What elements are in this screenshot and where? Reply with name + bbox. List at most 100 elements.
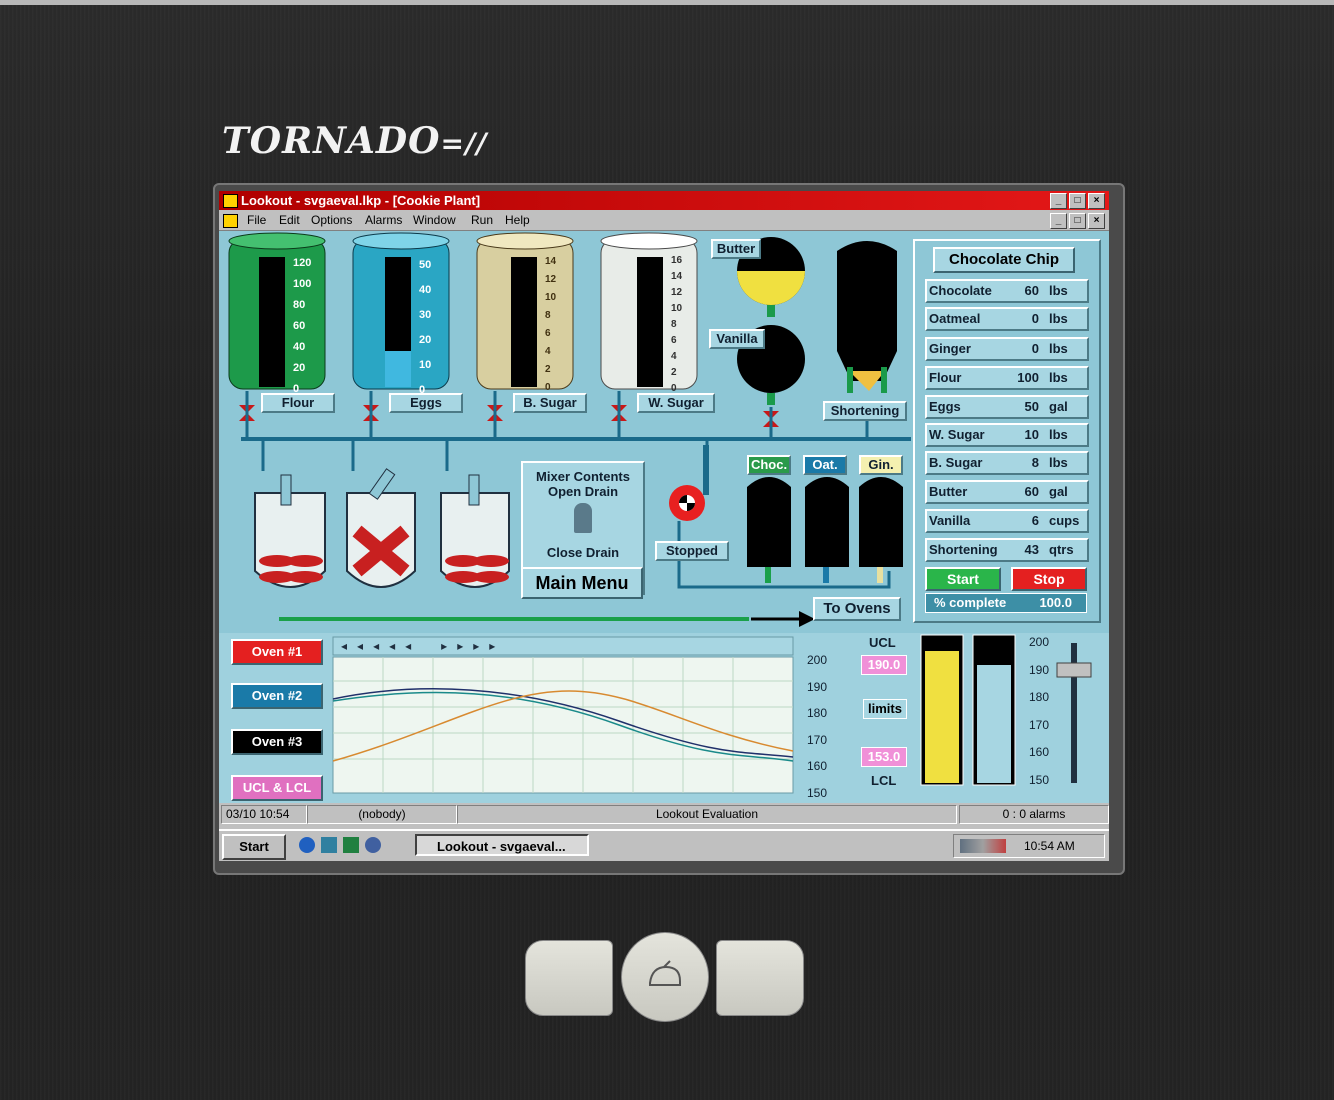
tank-flour-level xyxy=(259,257,285,387)
oven-bar-2 xyxy=(977,665,1011,783)
bin-label-oat: Oat. xyxy=(803,455,847,475)
oven-bar-1 xyxy=(925,651,959,783)
tank-label-bsugar: B. Sugar xyxy=(513,393,587,413)
menu-run[interactable]: Run xyxy=(471,210,493,230)
minimize-button[interactable]: _ xyxy=(1050,193,1067,209)
help-icon[interactable] xyxy=(365,837,381,853)
recipe-title-button[interactable]: Chocolate Chip xyxy=(933,247,1075,273)
mouse-hardware-button[interactable] xyxy=(621,932,709,1022)
stop-button[interactable]: Stop xyxy=(1011,567,1087,591)
tank-label-eggs: Eggs xyxy=(389,393,463,413)
right-hardware-button[interactable] xyxy=(716,940,804,1016)
bin-label-choc: Choc. xyxy=(747,455,791,475)
status-user: (nobody) xyxy=(307,805,457,824)
pump-status: Stopped xyxy=(655,541,729,561)
trend-nav[interactable]: ◂ ◂ ◂ ◂ ◂ ▸ ▸ ▸ ▸ xyxy=(341,637,495,655)
oven-2-button[interactable]: Oven #2 xyxy=(231,683,323,709)
tank-flour-scale: 120 100 80 60 40 20 0 xyxy=(293,257,312,395)
desktop-icon[interactable] xyxy=(321,837,337,853)
taskbar-task-lookout[interactable]: Lookout - svgaeval... xyxy=(415,834,589,856)
scroll-left-icon[interactable]: ◂ xyxy=(373,637,379,655)
discharge-pipe xyxy=(279,617,749,621)
menu-window[interactable]: Window xyxy=(413,210,456,230)
menu-help[interactable]: Help xyxy=(505,210,530,230)
recipe-row-shortening[interactable]: Shortening 43 qtrs xyxy=(925,538,1089,562)
recipe-row-wsugar[interactable]: W. Sugar 10 lbs xyxy=(925,423,1089,447)
open-drain-button[interactable]: Open Drain xyxy=(523,484,643,499)
status-timestamp: 03/10 10:54 xyxy=(221,805,307,824)
operator-icon xyxy=(574,503,592,533)
bin-label-gin: Gin. xyxy=(859,455,903,475)
main-menu-button[interactable]: Main Menu xyxy=(521,567,643,599)
percent-complete: % complete 100.0 xyxy=(925,593,1087,613)
oven-3-button[interactable]: Oven #3 xyxy=(231,729,323,755)
start-menu-button[interactable]: Start xyxy=(222,834,286,860)
close-drain-button[interactable]: Close Drain xyxy=(523,545,643,560)
main-pipe xyxy=(241,437,911,441)
recipe-row-ginger[interactable]: Ginger 0 lbs xyxy=(925,337,1089,361)
recipe-row-oatmeal[interactable]: Oatmeal 0 lbs xyxy=(925,307,1089,331)
oven-1-button[interactable]: Oven #1 xyxy=(231,639,323,665)
bin-gin xyxy=(859,477,903,583)
app-icon xyxy=(223,194,238,208)
scroll-right-icon[interactable]: ▸ xyxy=(457,637,463,655)
mixer-3 xyxy=(440,474,510,588)
scroll-right-icon[interactable]: ▸ xyxy=(473,637,479,655)
scroll-left-icon[interactable]: ◂ xyxy=(405,637,411,655)
tank-eggs-level xyxy=(385,351,411,387)
tank-bsugar-scale: 14 12 10 8 6 4 2 0 xyxy=(545,256,557,393)
hmi-panel: 120 100 80 60 40 20 0 50 40 30 20 10 0 14 12 10 8 6 4 2 0 … xyxy=(219,231,1109,803)
status-bar: 03/10 10:54 (nobody) Lookout Evaluation … xyxy=(219,803,1109,825)
scroll-left-icon[interactable]: ◂ xyxy=(389,637,395,655)
recipe-row-eggs[interactable]: Eggs 50 gal xyxy=(925,395,1089,419)
mouse-icon xyxy=(649,960,681,986)
close-button[interactable]: × xyxy=(1088,193,1105,209)
ucl-lcl-button[interactable]: UCL & LCL xyxy=(231,775,323,801)
screen: Lookout - svgaeval.lkp - [Cookie Plant] … xyxy=(219,191,1109,861)
to-ovens-label[interactable]: To Ovens xyxy=(813,597,901,621)
recipe-row-flour[interactable]: Flour 100 lbs xyxy=(925,366,1089,390)
tank-eggs-scale: 50 40 30 20 10 0 xyxy=(419,259,432,396)
start-button[interactable]: Start xyxy=(925,567,1001,591)
setpoint-slider[interactable] xyxy=(1056,662,1092,678)
menu-alarms[interactable]: Alarms xyxy=(365,210,402,230)
recipe-row-butter[interactable]: Butter 60 gal xyxy=(925,480,1089,504)
tray-icons[interactable] xyxy=(960,839,1006,853)
scroll-right-icon[interactable]: ▸ xyxy=(441,637,447,655)
quicklaunch xyxy=(299,837,381,853)
child-maximize-button[interactable]: □ xyxy=(1069,213,1086,229)
taskbar: Start Lookout - svgaeval... 10:54 AM xyxy=(219,829,1109,861)
window-titlebar[interactable]: Lookout - svgaeval.lkp - [Cookie Plant] … xyxy=(219,191,1109,210)
tray-clock[interactable]: 10:54 AM xyxy=(1024,835,1075,857)
menu-file[interactable]: File xyxy=(247,210,266,230)
recipe-row-vanilla[interactable]: Vanilla 6 cups xyxy=(925,509,1089,533)
lcl-label: LCL xyxy=(871,773,897,788)
lcl-value[interactable]: 153.0 xyxy=(861,747,907,767)
recipe-row-bsugar[interactable]: B. Sugar 8 lbs xyxy=(925,451,1089,475)
tank-label-wsugar: W. Sugar xyxy=(637,393,715,413)
scroll-left-icon[interactable]: ◂ xyxy=(341,637,347,655)
status-alarms[interactable]: 0 : 0 alarms xyxy=(959,805,1109,824)
bin-oat xyxy=(805,477,849,583)
maximize-button[interactable]: □ xyxy=(1069,193,1086,209)
bin-choc xyxy=(747,477,791,583)
menu-edit[interactable]: Edit xyxy=(279,210,300,230)
tank-wsugar-scale: 16 14 12 10 8 6 4 2 0 xyxy=(671,255,683,394)
channel-icon[interactable] xyxy=(343,837,359,853)
system-tray: 10:54 AM xyxy=(953,834,1105,858)
child-close-button[interactable]: × xyxy=(1088,213,1105,229)
scroll-left-icon[interactable]: ◂ xyxy=(357,637,363,655)
ucl-value[interactable]: 190.0 xyxy=(861,655,907,675)
hardware-buttons xyxy=(525,932,805,1022)
menu-options[interactable]: Options xyxy=(311,210,352,230)
child-minimize-button[interactable]: _ xyxy=(1050,213,1067,229)
hopper-label-butter: Butter xyxy=(711,239,761,259)
doc-icon[interactable] xyxy=(223,214,238,228)
left-hardware-button[interactable] xyxy=(525,940,613,1016)
recipe-row-chocolate[interactable]: Chocolate 60 lbs xyxy=(925,279,1089,303)
tank-label-flour: Flour xyxy=(261,393,335,413)
browser-icon[interactable] xyxy=(299,837,315,853)
hopper-label-vanilla: Vanilla xyxy=(709,329,765,349)
scroll-right-icon[interactable]: ▸ xyxy=(489,637,495,655)
mixer-contents-label: Mixer Contents xyxy=(536,469,630,484)
